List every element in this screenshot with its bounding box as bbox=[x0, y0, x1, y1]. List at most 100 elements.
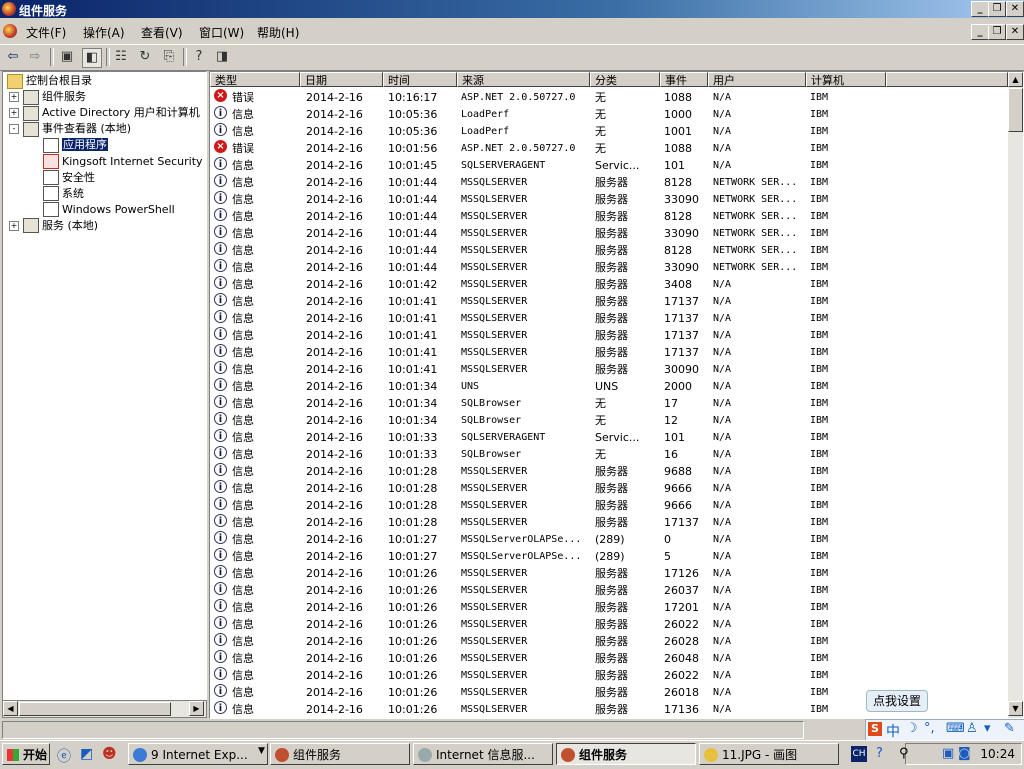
table-row[interactable]: i 信息 2014-2-16 10:01:44 MSSQLSERVER 服务器 33090 N… bbox=[210, 225, 1010, 242]
column-header[interactable]: 日期 bbox=[300, 72, 383, 87]
table-row[interactable]: i 信息 2014-2-16 10:01:26 MSSQLSERVER 服务器 17201 N… bbox=[210, 599, 1010, 616]
back-arrow-icon[interactable]: ⇦ bbox=[4, 48, 22, 66]
table-row[interactable]: × 错误 2014-2-16 10:01:56 ASP.NET 2.0.50727.0 无… bbox=[210, 140, 1010, 157]
table-row[interactable]: i 信息 2014-2-16 10:01:34 SQLBrowser 无 17 N/A IBM bbox=[210, 395, 1010, 412]
table-row[interactable]: i 信息 2014-2-16 10:01:28 MSSQLSERVER 服务器 9688 N/… bbox=[210, 463, 1010, 480]
table-row[interactable]: i 信息 2014-2-16 10:01:44 MSSQLSERVER 服务器 8128 NE… bbox=[210, 174, 1010, 191]
restore-button[interactable]: ❐ bbox=[988, 1, 1006, 17]
export-list-icon[interactable]: ⎘ bbox=[160, 48, 178, 66]
table-row[interactable]: i 信息 2014-2-16 10:01:34 UNS UNS 2000 N/A IBM bbox=[210, 378, 1010, 395]
table-row[interactable]: i 信息 2014-2-16 10:01:44 MSSQLSERVER 服务器 8128 NE… bbox=[210, 208, 1010, 225]
taskbar-task[interactable]: Internet 信息服... bbox=[413, 743, 553, 765]
table-row[interactable]: i 信息 2014-2-16 10:01:26 MSSQLSERVER 服务器 26022 N… bbox=[210, 667, 1010, 684]
menu-file[interactable]: 文件(F) bbox=[26, 24, 66, 41]
table-row[interactable]: i 信息 2014-2-16 10:01:34 SQLBrowser 无 12 N/A IBM bbox=[210, 412, 1010, 429]
help-icon[interactable]: ? bbox=[190, 48, 208, 66]
column-header[interactable]: 分类 bbox=[590, 72, 660, 87]
tree-node[interactable]: Windows PowerShell bbox=[43, 202, 175, 218]
column-header[interactable]: 来源 bbox=[457, 72, 590, 87]
up-folder-icon[interactable]: ▣ bbox=[58, 48, 76, 66]
desktop-quicklaunch-icon[interactable]: ◩ bbox=[80, 746, 93, 762]
table-row[interactable]: i 信息 2014-2-16 10:01:41 MSSQLSERVER 服务器 17137 N… bbox=[210, 344, 1010, 361]
scroll-thumb[interactable] bbox=[19, 702, 171, 716]
expand-icon[interactable]: + bbox=[9, 92, 19, 103]
minimize-button[interactable]: _ bbox=[971, 1, 989, 17]
action-pane-icon[interactable]: ◨ bbox=[213, 48, 231, 66]
table-row[interactable]: i 信息 2014-2-16 10:01:26 MSSQLSERVER 服务器 17126 N… bbox=[210, 565, 1010, 582]
tree-node[interactable]: 系统 bbox=[43, 186, 84, 202]
scroll-thumb[interactable] bbox=[1008, 88, 1023, 132]
title-bar[interactable]: 组件服务 _ ❐ ✕ bbox=[0, 0, 1024, 18]
tree-node[interactable]: 应用程序 bbox=[43, 137, 108, 153]
help-tray-icon[interactable]: ? bbox=[876, 746, 883, 761]
table-row[interactable]: i 信息 2014-2-16 10:05:36 LoadPerf 无 1001 N/A IBM bbox=[210, 123, 1010, 140]
table-row[interactable]: i 信息 2014-2-16 10:01:28 MSSQLSERVER 服务器 17137 N… bbox=[210, 514, 1010, 531]
ime-toolbar[interactable]: S 中 ☽ °, ⌨ ♙ ▾ ✎ bbox=[865, 719, 1024, 742]
taskbar-task[interactable]: 9 Internet Exp... bbox=[128, 743, 268, 765]
table-row[interactable]: i 信息 2014-2-16 10:01:44 MSSQLSERVER 服务器 33090 N… bbox=[210, 191, 1010, 208]
table-row[interactable]: i 信息 2014-2-16 10:01:27 MSSQLServerOLAPSe...… bbox=[210, 548, 1010, 565]
scroll-up-button[interactable]: ▲ bbox=[1008, 72, 1023, 87]
scroll-left-button[interactable]: ◀ bbox=[3, 701, 18, 716]
tree-node[interactable]: + 服务 (本地) bbox=[9, 218, 98, 234]
tree-horizontal-scrollbar[interactable]: ◀ ▶ bbox=[2, 700, 207, 718]
mmc-icon[interactable] bbox=[3, 24, 17, 38]
close-button[interactable]: ✕ bbox=[1006, 1, 1024, 17]
tree-node[interactable]: + 组件服务 bbox=[9, 89, 86, 105]
show-hide-tree-icon[interactable]: ◧ bbox=[82, 48, 102, 68]
qq-quicklaunch-icon[interactable]: ☻ bbox=[102, 746, 117, 762]
user-icon[interactable]: ♙ bbox=[966, 721, 978, 736]
menu-view[interactable]: 查看(V) bbox=[141, 24, 183, 41]
list-vertical-scrollbar[interactable]: ▲ ▼ bbox=[1008, 72, 1023, 718]
sogou-logo-icon[interactable]: S bbox=[868, 722, 882, 736]
table-row[interactable]: i 信息 2014-2-16 10:01:41 MSSQLSERVER 服务器 17137 N… bbox=[210, 327, 1010, 344]
clock[interactable]: 10:24 bbox=[980, 747, 1015, 761]
taskbar-task[interactable]: 11.JPG - 画图 bbox=[699, 743, 839, 765]
table-row[interactable]: i 信息 2014-2-16 10:01:27 MSSQLServerOLAPSe...… bbox=[210, 531, 1010, 548]
language-indicator[interactable]: CH bbox=[851, 746, 867, 762]
expand-icon[interactable]: + bbox=[9, 220, 19, 231]
table-row[interactable]: i 信息 2014-2-16 10:01:33 SQLSERVERAGENT Servic… bbox=[210, 429, 1010, 446]
refresh-icon[interactable]: ↻ bbox=[136, 48, 154, 66]
ime-settings-popup[interactable]: 点我设置 bbox=[866, 690, 928, 712]
menu-help[interactable]: 帮助(H) bbox=[257, 24, 299, 41]
table-row[interactable]: i 信息 2014-2-16 10:01:28 MSSQLSERVER 服务器 9666 N/… bbox=[210, 497, 1010, 514]
table-row[interactable]: i 信息 2014-2-16 10:01:26 MSSQLSERVER 服务器 26022 N… bbox=[210, 616, 1010, 633]
event-list[interactable]: 类型 日期 时间 来源 分类 事件 用户 计算机 × 错误 2014-2-16 10:16:17 AS… bbox=[209, 71, 1024, 719]
security-tray-icon[interactable]: ◙ bbox=[958, 746, 971, 761]
table-row[interactable]: × 错误 2014-2-16 10:16:17 ASP.NET 2.0.50727.0 无… bbox=[210, 89, 1010, 106]
tree-node[interactable]: 安全性 bbox=[43, 170, 95, 186]
menu-window[interactable]: 窗口(W) bbox=[199, 24, 244, 41]
expand-icon[interactable]: + bbox=[9, 108, 19, 119]
ime-tray-icon[interactable]: ⚲ bbox=[899, 746, 909, 761]
tree-node[interactable]: + Active Directory 用户和计算机 bbox=[9, 105, 200, 121]
table-row[interactable]: i 信息 2014-2-16 10:01:44 MSSQLSERVER 服务器 33090 N… bbox=[210, 259, 1010, 276]
taskbar-task[interactable]: 组件服务 bbox=[556, 743, 696, 765]
table-row[interactable]: i 信息 2014-2-16 10:01:41 MSSQLSERVER 服务器 30090 N… bbox=[210, 361, 1010, 378]
tree-node[interactable]: 控制台根目录 bbox=[7, 73, 92, 89]
scroll-right-button[interactable]: ▶ bbox=[189, 701, 204, 716]
half-width-icon[interactable]: ☽ bbox=[906, 721, 918, 736]
table-row[interactable]: i 信息 2014-2-16 10:01:44 MSSQLSERVER 服务器 8128 NE… bbox=[210, 242, 1010, 259]
table-row[interactable]: i 信息 2014-2-16 10:01:41 MSSQLSERVER 服务器 17137 N… bbox=[210, 293, 1010, 310]
table-row[interactable]: i 信息 2014-2-16 10:01:42 MSSQLSERVER 服务器 3408 N/… bbox=[210, 276, 1010, 293]
chevron-down-icon[interactable]: ▼ bbox=[258, 746, 265, 756]
table-row[interactable]: i 信息 2014-2-16 10:01:26 MSSQLSERVER 服务器 26048 N… bbox=[210, 650, 1010, 667]
network-tray-icon[interactable]: ▣ bbox=[942, 746, 954, 761]
ie-quicklaunch-icon[interactable]: ⓔ bbox=[57, 746, 71, 766]
column-header[interactable]: 用户 bbox=[708, 72, 806, 87]
column-header[interactable]: 时间 bbox=[383, 72, 457, 87]
tree-node[interactable]: - 事件查看器 (本地) bbox=[9, 121, 131, 137]
table-row[interactable]: i 信息 2014-2-16 10:01:26 MSSQLSERVER 服务器 26028 N… bbox=[210, 633, 1010, 650]
table-row[interactable]: i 信息 2014-2-16 10:01:41 MSSQLSERVER 服务器 17137 N… bbox=[210, 310, 1010, 327]
component-services-icon[interactable] bbox=[2, 2, 16, 16]
table-row[interactable]: i 信息 2014-2-16 10:01:26 MSSQLSERVER 服务器 26037 N… bbox=[210, 582, 1010, 599]
start-button[interactable]: 开始 bbox=[2, 743, 50, 765]
child-close-button[interactable]: ✕ bbox=[1006, 24, 1024, 40]
forward-arrow-icon[interactable]: ⇨ bbox=[26, 48, 44, 66]
skin-icon[interactable]: ▾ bbox=[984, 721, 991, 736]
menu-action[interactable]: 操作(A) bbox=[83, 24, 125, 41]
tools-icon[interactable]: ✎ bbox=[1004, 721, 1015, 736]
table-row[interactable]: i 信息 2014-2-16 10:01:45 SQLSERVERAGENT Servic… bbox=[210, 157, 1010, 174]
collapse-icon[interactable]: - bbox=[9, 124, 19, 135]
